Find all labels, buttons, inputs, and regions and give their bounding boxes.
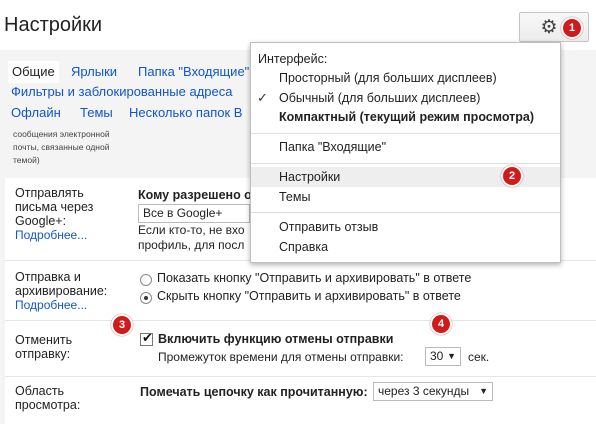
menu-inbox-settings[interactable]: Папка "Входящие" [251, 137, 560, 157]
send-archive-more-link[interactable]: Подробнее... [15, 298, 87, 312]
show-send-archive-radio[interactable] [140, 274, 152, 286]
google-plus-select[interactable]: Все в Google+ [138, 204, 250, 223]
mark-read-select[interactable]: через 3 секунды ▼ [373, 382, 493, 401]
menu-density-compact[interactable]: Компактный (текущий режим просмотра) [251, 107, 560, 127]
step-badge-3: 3 [111, 314, 133, 336]
menu-separator [251, 212, 560, 213]
menu-density-comfortable[interactable]: Просторный (для больших дисплеев) [251, 68, 560, 88]
dropdown-arrow-icon: ▼ [479, 386, 488, 396]
mark-read-label: Помечать цепочку как прочитанную: [140, 385, 368, 399]
hide-send-archive-radio[interactable] [140, 292, 152, 304]
undo-period-label: Промежуток времени для отмены отправки: [158, 350, 404, 364]
settings-dropdown-menu: Интерфейс: Просторный (для больших диспл… [250, 42, 561, 263]
undo-period-select[interactable]: 30 ▼ [425, 347, 461, 366]
tab-offline[interactable]: Офлайн [11, 102, 61, 124]
google-plus-more-link[interactable]: Подробнее... [15, 228, 87, 242]
row-preview-pane: Область просмотра: Помечать цепочку как … [5, 376, 596, 424]
row-undo-send: Отменить отправку: ✔ Включить функцию от… [5, 313, 596, 376]
menu-send-feedback[interactable]: Отправить отзыв [251, 217, 560, 237]
step-badge-1: 1 [561, 17, 583, 39]
preview-pane-label: Область просмотра: [15, 384, 81, 412]
dropdown-arrow-icon: ▼ [447, 351, 456, 361]
undo-period-unit: сек. [468, 350, 490, 364]
show-send-archive-label: Показать кнопку "Отправить и архивироват… [157, 271, 472, 285]
page-title: Настройки [4, 14, 103, 36]
menu-separator [251, 163, 560, 164]
undo-send-checkbox-label: Включить функцию отмены отправки [158, 332, 394, 346]
send-archive-label: Отправка и архивирование: Подробнее... [15, 270, 108, 312]
tabs-row-3: Офлайн Темы Несколько папок В [0, 102, 250, 124]
menu-help[interactable]: Справка [251, 237, 560, 257]
menu-density-cozy[interactable]: ✓ Обычный (для больших дисплеев) [251, 88, 560, 108]
tab-inbox[interactable]: Папка "Входящие" [138, 61, 249, 83]
checkmark-icon: ✓ [257, 90, 268, 105]
google-plus-heading: Кому разрешено о [138, 188, 252, 202]
row-send-archive: Отправка и архивирование: Подробнее... П… [5, 260, 596, 320]
google-plus-label: Отправлять письма через Google+: Подробн… [15, 186, 94, 242]
undo-send-label: Отменить отправку: [15, 333, 73, 361]
step-badge-2: 2 [501, 165, 523, 187]
undo-send-checkbox[interactable]: ✔ [140, 330, 153, 346]
menu-interface-header: Интерфейс: [258, 52, 328, 66]
tab-multiple-inboxes[interactable]: Несколько папок В [129, 102, 242, 124]
menu-themes[interactable]: Темы [251, 187, 560, 207]
checkmark-icon: ✔ [142, 330, 153, 345]
gear-icon: ⚙ [540, 17, 558, 38]
google-plus-desc-2: профиль, для посл [138, 238, 245, 252]
step-badge-4: 4 [430, 313, 452, 335]
tab-labels[interactable]: Ярлыки [71, 61, 117, 83]
tab-themes[interactable]: Темы [80, 102, 113, 124]
tabs-row-2: Фильтры и заблокированные адреса [0, 81, 250, 103]
conversation-view-note: сообщения электронной почты, связанные о… [13, 129, 110, 165]
tabs-row-1: Общие Ярлыки Папка "Входящие" [0, 61, 250, 83]
hide-send-archive-label: Скрыть кнопку "Отправить и архивировать"… [157, 289, 461, 303]
google-plus-desc-1: Если кто-то, не вхо [138, 223, 245, 237]
tab-general[interactable]: Общие [8, 61, 59, 83]
menu-separator [251, 133, 560, 134]
tab-filters[interactable]: Фильтры и заблокированные адреса [11, 81, 232, 103]
